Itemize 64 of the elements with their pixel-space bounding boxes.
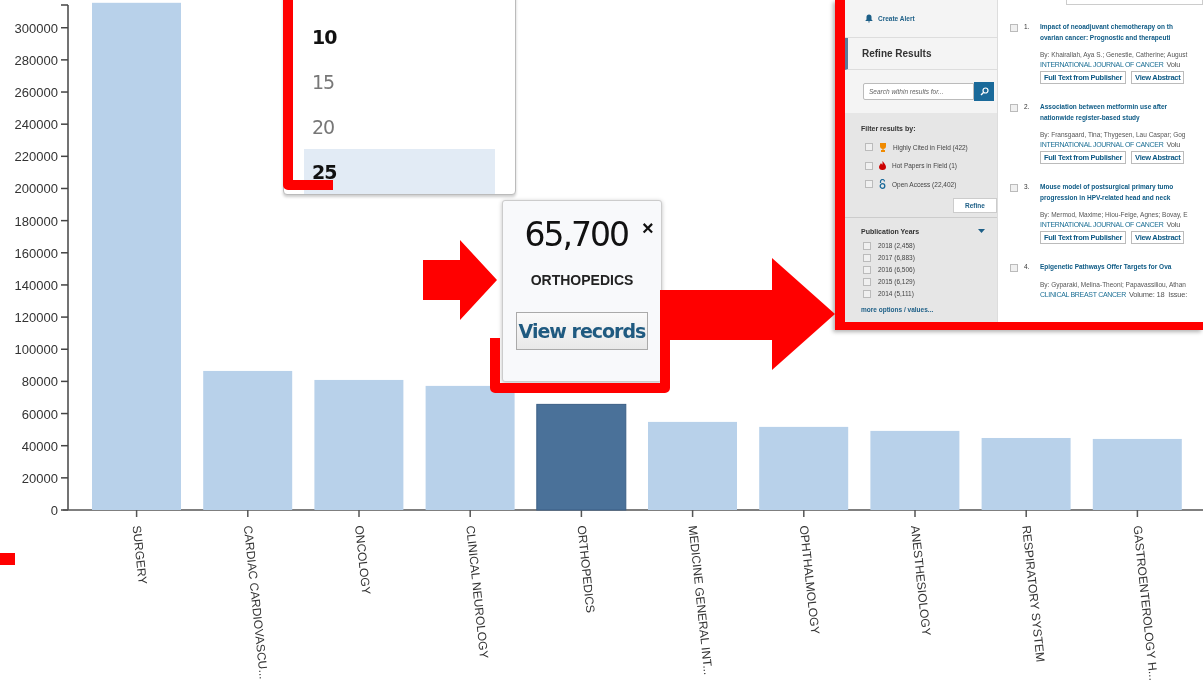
y-tick-label: 160000 [14,245,58,261]
y-tick-label: 140000 [14,277,58,293]
category-label: SURGERY [129,524,150,586]
close-button[interactable]: × [641,215,654,241]
menu-option[interactable]: 10 [304,15,495,60]
trophy-icon [879,142,887,152]
refine-results-heading: Refine Results [845,38,997,70]
tooltip-value: 65,700 [524,215,628,254]
category-label: RESPIRATORY SYSTEM [1019,524,1048,663]
y-tick-label: 40000 [21,438,58,454]
search-button[interactable] [974,82,994,101]
checkbox[interactable] [865,143,873,152]
open-access-icon [879,179,886,190]
y-tick-label: 0 [50,503,58,518]
y-tick-label: 80000 [21,374,58,390]
annotation-marker [0,553,15,565]
category-label: ORTHOPEDICS [574,524,598,614]
chart-bar[interactable] [203,370,293,510]
flame-icon [879,161,886,171]
tooltip-label: ORTHOPEDICS [530,272,634,288]
y-tick-label: 220000 [14,149,58,165]
chart-bar[interactable] [536,403,627,511]
category-label: ANESTHESIOLOGY [908,524,934,637]
chart-bar[interactable] [870,430,960,510]
search-icon [979,87,989,96]
chart-bar[interactable] [92,2,181,510]
category-label: ONCOLOGY [352,524,374,596]
chart-bar[interactable] [981,438,1071,510]
y-tick-label: 200000 [14,181,58,197]
chart-bar[interactable] [425,385,515,510]
y-tick-label: 280000 [14,52,58,68]
checkbox[interactable] [1010,24,1018,32]
chart-bar[interactable] [759,426,849,510]
category-label: OPHTHALMOLOGY [796,524,823,636]
y-tick-label: 100000 [14,342,58,358]
checkbox[interactable] [865,180,873,189]
checkbox[interactable] [1010,264,1018,272]
chart-bar[interactable] [314,379,404,510]
y-tick-label: 260000 [14,85,58,101]
y-tick-label: 120000 [14,310,58,326]
y-tick-label: 20000 [21,470,58,486]
checkbox[interactable] [863,265,871,274]
bell-icon [865,14,873,23]
caret-icon[interactable] [978,229,985,233]
checkbox[interactable] [1010,184,1018,192]
checkbox[interactable] [863,277,871,286]
view-records-button[interactable]: View records [516,312,648,350]
y-tick-label: 60000 [21,406,58,422]
category-label: MEDICINE GENERAL INT... [685,524,716,676]
checkbox[interactable] [863,241,871,250]
menu-option[interactable]: 25 [304,149,495,194]
chart-bar[interactable] [1092,438,1182,510]
checkbox[interactable] [1010,104,1018,112]
y-tick-label: 300000 [14,20,58,36]
checkbox[interactable] [865,161,873,170]
menu-option[interactable]: 20 [304,104,495,150]
checkbox[interactable] [863,289,871,298]
y-tick-label: 180000 [14,213,58,229]
checkbox[interactable] [863,253,871,262]
chart-bar[interactable] [648,421,737,510]
y-tick-label: 240000 [14,117,58,133]
category-label: CARDIAC CARDIOVASCU... [240,524,271,680]
category-label: CLINICAL NEUROLOGY [463,524,492,660]
menu-option[interactable]: 15 [304,59,495,105]
